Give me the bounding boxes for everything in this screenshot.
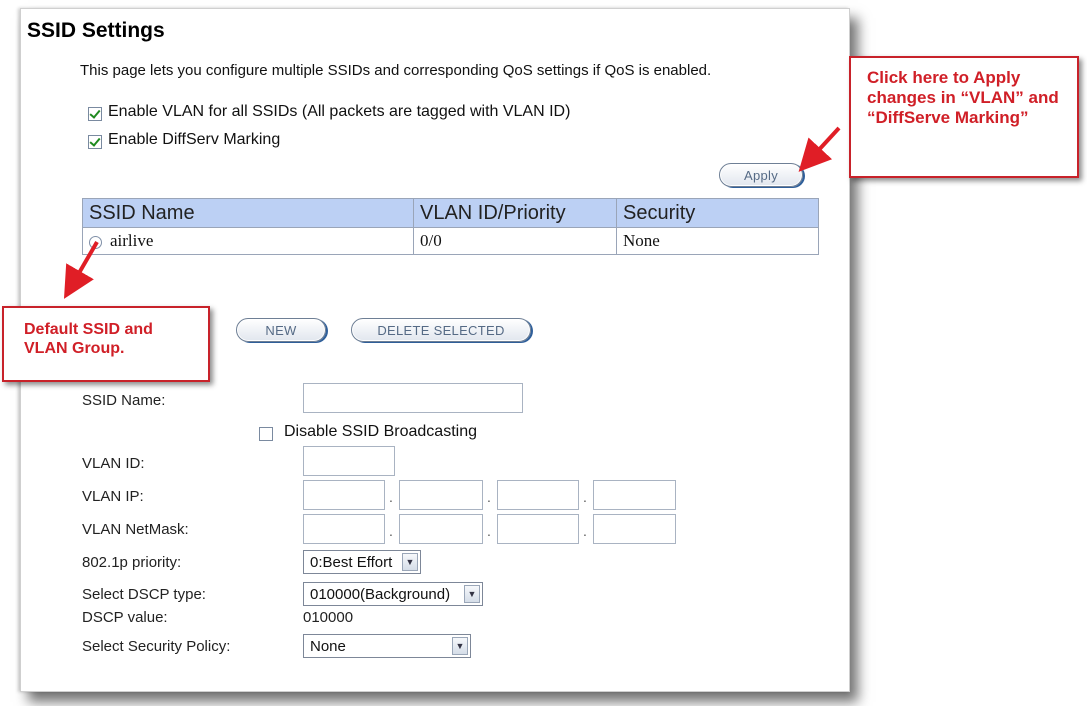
- arrow-to-default-ssid: [63, 240, 99, 299]
- arrow-to-apply: [798, 126, 841, 172]
- annotation-arrows: [63, 126, 841, 299]
